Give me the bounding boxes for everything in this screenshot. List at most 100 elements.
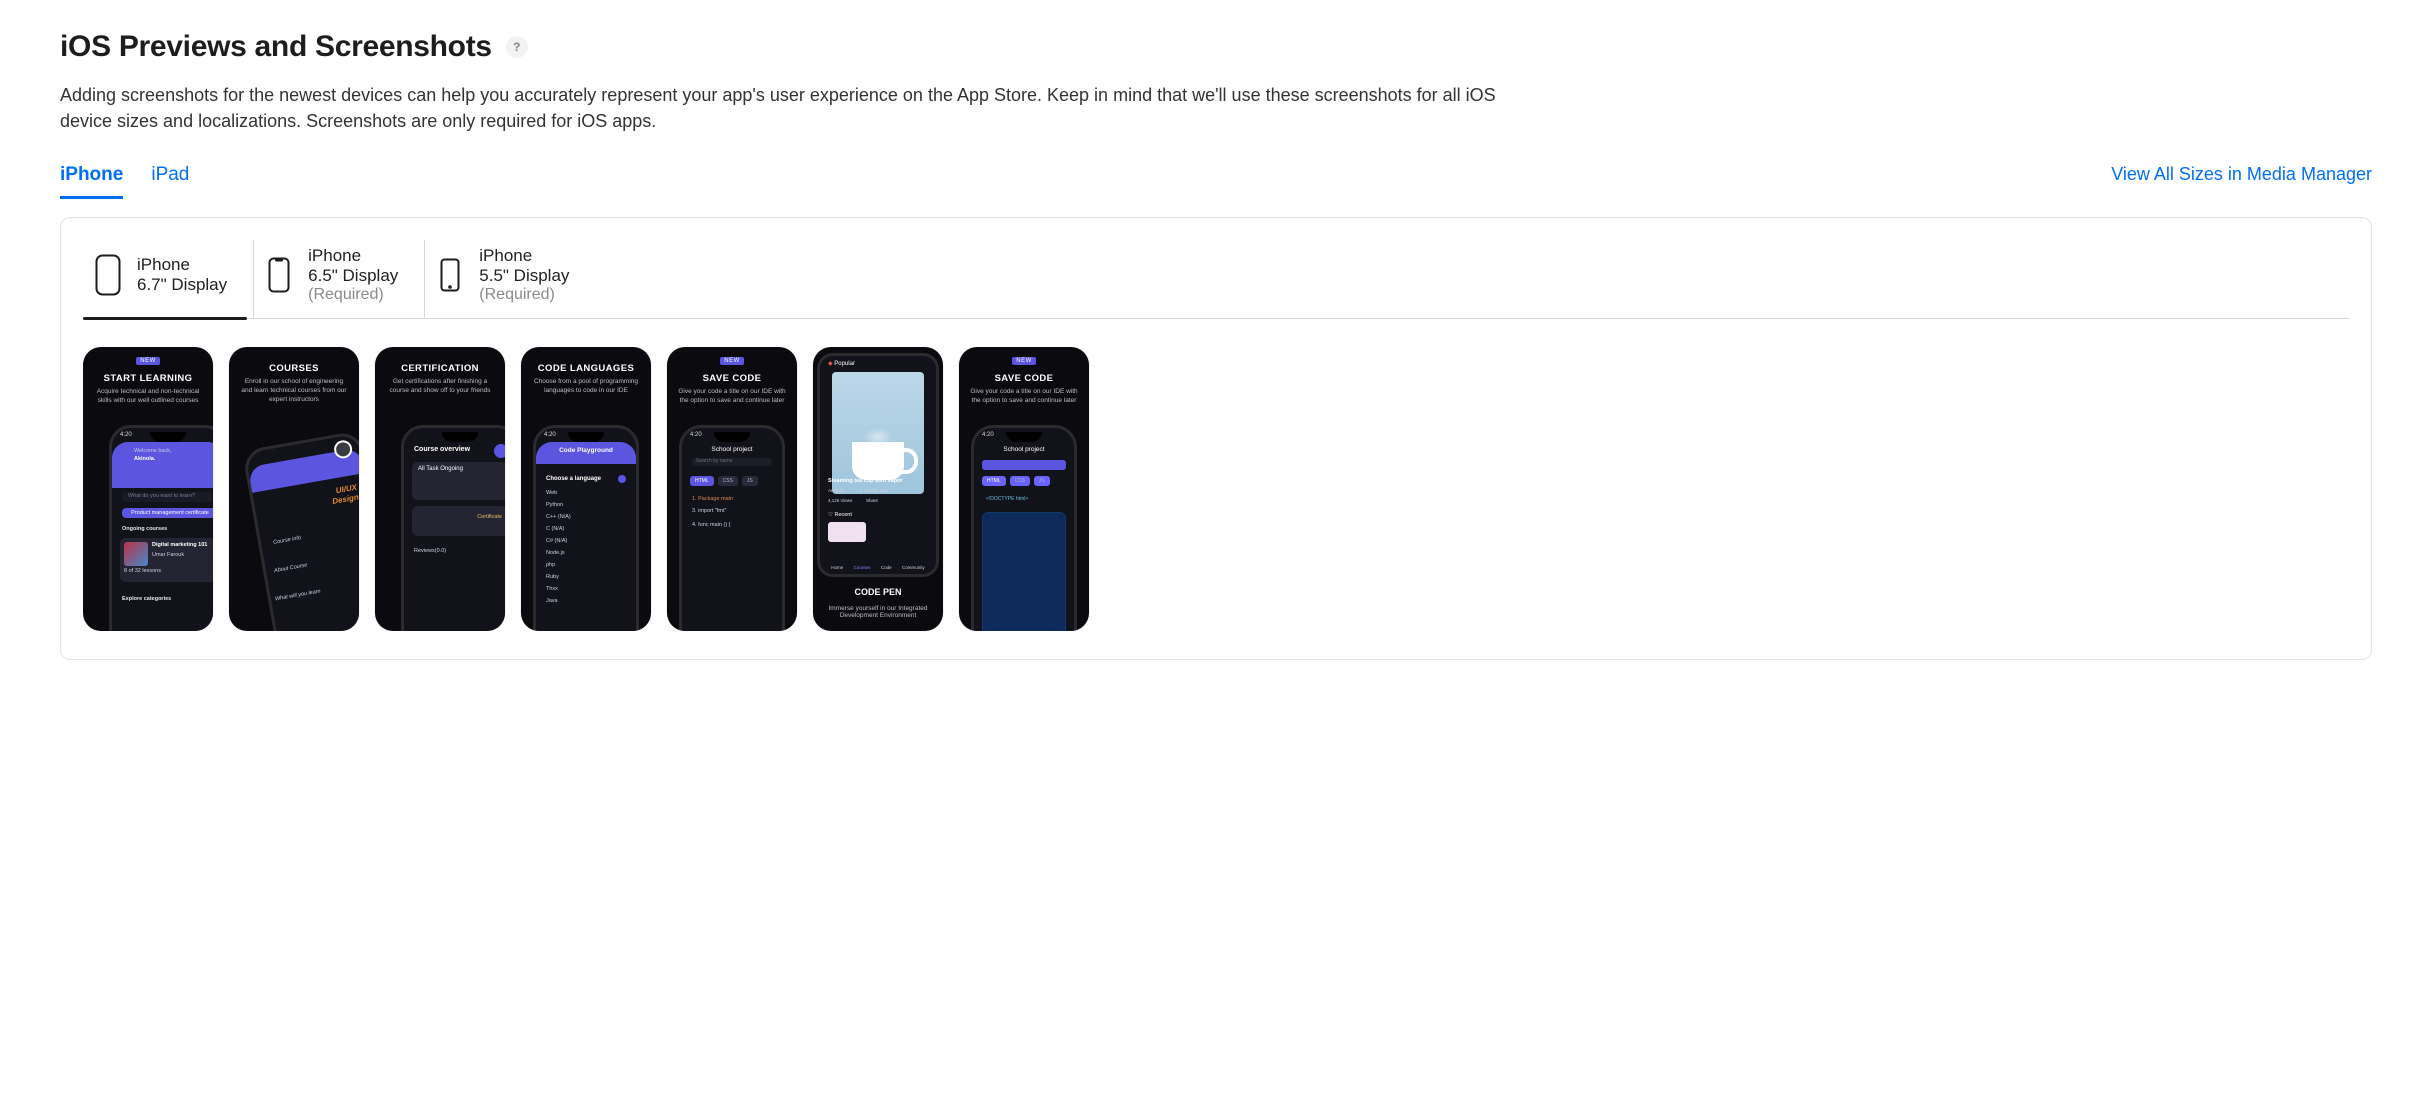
- thumb-subtitle: Choose from a pool of programming langua…: [531, 378, 641, 396]
- welcome-name: Akinola.: [134, 456, 155, 462]
- language-item: C++ (N/A): [546, 514, 626, 520]
- language-item: Node.js: [546, 550, 626, 556]
- screenshot-thumb[interactable]: CODE LANGUAGES Choose from a pool of pro…: [521, 347, 651, 631]
- language-item: Java: [546, 598, 626, 604]
- chip-css: CSS: [1010, 476, 1030, 486]
- welcome-label: Welcome back,: [134, 448, 172, 454]
- thumb-subtitle: Give your code a title on our IDE with t…: [969, 388, 1079, 406]
- view-all-sizes-link[interactable]: View All Sizes in Media Manager: [2111, 164, 2372, 185]
- tab-iphone[interactable]: iPhone: [60, 164, 123, 199]
- chip-css: CSS: [718, 476, 738, 486]
- platform-tabs: iPhone iPad: [60, 164, 189, 199]
- thumb-title: COURSES: [229, 363, 359, 374]
- toolbar: [982, 460, 1066, 470]
- search-placeholder: Search by name: [696, 458, 732, 464]
- size-tab-label: iPhone: [137, 255, 227, 275]
- size-tab-label: iPhone: [479, 246, 569, 266]
- thumb-title: SAVE CODE: [959, 373, 1089, 384]
- chip-js: JS: [742, 476, 758, 486]
- section-label: Choose a language: [546, 476, 601, 482]
- meta-author: AnnaxxI: [828, 488, 844, 493]
- status-time: 4:20: [982, 432, 994, 438]
- search-placeholder: What do you want to learn?: [128, 493, 195, 499]
- thumb-subtitle: Give your code a title on our IDE with t…: [677, 388, 787, 406]
- recent-thumb: [828, 522, 866, 542]
- selected-dot-icon: [618, 475, 626, 483]
- nav-item: Courses: [854, 565, 871, 570]
- section-label: Ongoing courses: [122, 526, 167, 532]
- code-line: <!DOCTYPE html>: [986, 496, 1028, 502]
- language-item: Ruby: [546, 574, 626, 580]
- code-line: 4. func main () {: [692, 522, 772, 528]
- language-item: C# (N/A): [546, 538, 626, 544]
- size-tab-display: 5.5" Display: [479, 266, 569, 286]
- coffee-cup-icon: [832, 372, 924, 494]
- block-label: All Task Ongoing: [418, 466, 463, 472]
- avatar-icon: [494, 444, 505, 458]
- screenshot-thumbnails: NEW START LEARNING Acquire technical and…: [83, 347, 2349, 631]
- status-time: 4:20: [544, 432, 556, 438]
- size-tab-required: (Required): [308, 286, 398, 304]
- size-tab-6-5[interactable]: iPhone 6.5" Display (Required): [254, 240, 425, 318]
- language-item: Python: [546, 502, 626, 508]
- screenshot-thumb[interactable]: CERTIFICATION Get certifications after f…: [375, 347, 505, 631]
- course-thumb-icon: [124, 542, 148, 566]
- meta-age: 2 months ago: [860, 488, 887, 493]
- course-author: Umar Farouk: [152, 552, 184, 558]
- angle-text: About Course: [274, 563, 308, 575]
- thumb-title: START LEARNING: [83, 373, 213, 384]
- size-tabs: iPhone 6.7" Display iPhone 6.5" Display …: [83, 240, 2349, 318]
- new-badge: NEW: [136, 357, 160, 365]
- angle-text: Course info: [273, 535, 302, 546]
- language-item: C (N/A): [546, 526, 626, 532]
- screenshot-thumb[interactable]: ◆ Popular Steaming tea cup with vapor An…: [813, 347, 943, 631]
- reviews-label: Reviews(0.0): [414, 548, 446, 554]
- size-tab-label: iPhone: [308, 246, 398, 266]
- phone-home-icon: [435, 258, 465, 292]
- promo-pill: Product management certificate: [122, 508, 213, 518]
- code-line: 1. Package main: [692, 496, 772, 502]
- header-label: Code Playground: [536, 447, 636, 454]
- chip-html: HTML: [690, 476, 714, 486]
- screenshot-thumb[interactable]: NEW SAVE CODE Give your code a title on …: [959, 347, 1089, 631]
- screenshot-thumb[interactable]: NEW START LEARNING Acquire technical and…: [83, 347, 213, 631]
- screenshot-thumb[interactable]: COURSES Enroll in our school of engineer…: [229, 347, 359, 631]
- course-title: Digital marketing 101: [152, 542, 207, 548]
- size-tab-display: 6.7" Display: [137, 275, 227, 295]
- popular-label: ◆ Popular: [828, 360, 855, 367]
- meta-views: 4,126 Views: [828, 498, 852, 503]
- thumb-subtitle: Immerse yourself in our Integrated Devel…: [823, 605, 933, 619]
- nav-item: Home: [831, 565, 843, 570]
- thumb-subtitle: Enroll in our school of engineering and …: [239, 378, 349, 404]
- meta-share: Share: [866, 498, 878, 503]
- chip-html: HTML: [982, 476, 1006, 486]
- size-tab-underline: [83, 318, 2349, 319]
- thumb-subtitle: Acquire technical and non-technical skil…: [93, 388, 203, 406]
- thumb-title: CODE LANGUAGES: [521, 363, 651, 374]
- size-tab-required: (Required): [479, 286, 569, 304]
- page-description: Adding screenshots for the newest device…: [60, 82, 1540, 134]
- nav-item: Code: [881, 565, 892, 570]
- phone-rounded-icon: [93, 254, 123, 296]
- size-tab-6-7[interactable]: iPhone 6.7" Display: [83, 240, 254, 318]
- size-tab-display: 6.5" Display: [308, 266, 398, 286]
- help-icon[interactable]: ?: [506, 36, 528, 58]
- page-title: iOS Previews and Screenshots: [60, 30, 492, 64]
- footer-label: Explore categories: [122, 596, 171, 602]
- code-editor-area: [982, 512, 1066, 631]
- tab-ipad[interactable]: iPad: [151, 164, 189, 199]
- image-caption: Steaming tea cup with vapor: [828, 478, 903, 484]
- thumb-subtitle: Get certifications after finishing a cou…: [385, 378, 495, 396]
- screenshot-thumb[interactable]: NEW SAVE CODE Give your code a title on …: [667, 347, 797, 631]
- angle-text: What will you learn: [275, 589, 322, 603]
- thumb-title: SAVE CODE: [667, 373, 797, 384]
- status-time: 4:20: [690, 432, 702, 438]
- header-label: School project: [682, 446, 782, 453]
- language-item: Web: [546, 490, 626, 496]
- thumb-title: CERTIFICATION: [375, 363, 505, 374]
- header-label: School project: [974, 446, 1074, 453]
- size-tab-5-5[interactable]: iPhone 5.5" Display (Required): [425, 240, 595, 318]
- status-time: 4:20: [120, 432, 132, 438]
- chip-js: JS: [1034, 476, 1050, 486]
- new-badge: NEW: [720, 357, 744, 365]
